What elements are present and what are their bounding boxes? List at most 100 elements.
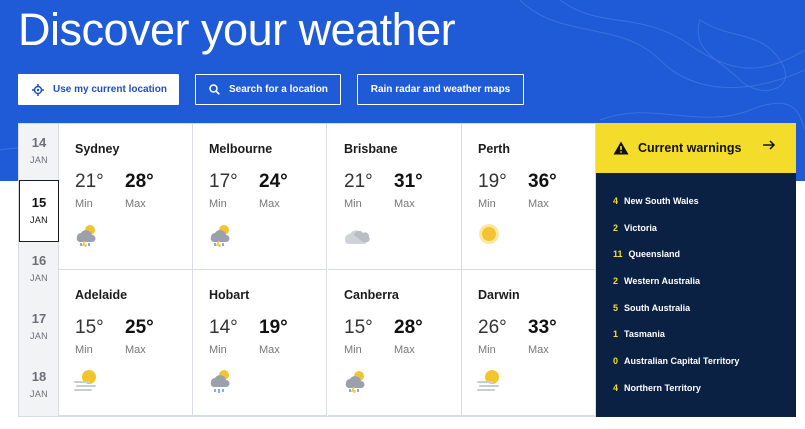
city-name: Adelaide	[75, 288, 128, 302]
min-temp: 15°	[75, 317, 104, 338]
max-label: Max	[259, 344, 280, 356]
date-month: JAN	[30, 331, 48, 341]
date-tab-16[interactable]: 16 JAN	[19, 242, 59, 298]
date-month: JAN	[30, 273, 48, 283]
max-label: Max	[259, 198, 280, 210]
min-label: Min	[478, 198, 496, 210]
date-tab-14[interactable]: 14 JAN	[19, 124, 59, 180]
warning-item-nt[interactable]: 4 Northern Territory	[613, 383, 701, 393]
arrow-right-icon	[762, 138, 776, 157]
max-temp: 25°	[125, 317, 154, 338]
max-label: Max	[394, 344, 415, 356]
warning-count: 1	[613, 329, 619, 339]
max-temp: 36°	[528, 171, 557, 192]
showers-icon	[207, 367, 233, 400]
current-warnings-button[interactable]: Current warnings	[596, 123, 796, 173]
max-label: Max	[125, 198, 146, 210]
date-tab-15[interactable]: 15 JAN	[19, 180, 59, 242]
warning-count: 2	[613, 276, 619, 286]
date-tab-18[interactable]: 18 JAN	[19, 358, 59, 414]
use-current-location-label: Use my current location	[53, 84, 167, 95]
date-month: JAN	[30, 215, 48, 225]
max-temp: 28°	[125, 171, 154, 192]
city-name: Melbourne	[209, 142, 273, 156]
date-day: 15	[31, 195, 47, 210]
min-temp: 21°	[344, 171, 373, 192]
city-card-brisbane[interactable]: Brisbane 21° 31° Min Max	[328, 124, 462, 270]
city-name: Brisbane	[344, 142, 398, 156]
current-warnings-title: Current warnings	[638, 141, 742, 155]
warning-item-qld[interactable]: 11 Queensland	[613, 249, 680, 259]
date-tab-17[interactable]: 17 JAN	[19, 300, 59, 356]
warning-item-wa[interactable]: 2 Western Australia	[613, 276, 700, 286]
min-label: Min	[209, 198, 227, 210]
warnings-panel: Current warnings 4 New South Wales 2 Victo…	[596, 123, 796, 417]
search-icon	[209, 84, 220, 95]
search-location-label: Search for a location	[229, 84, 328, 95]
min-label: Min	[75, 344, 93, 356]
city-card-perth[interactable]: Perth 19° 36° Min Max	[462, 124, 596, 270]
city-name: Darwin	[478, 288, 520, 302]
warning-region: New South Wales	[624, 196, 699, 206]
search-location-button[interactable]: Search for a location	[195, 74, 341, 105]
city-card-darwin[interactable]: Darwin 26° 33° Min Max	[462, 270, 596, 416]
warning-item-nsw[interactable]: 4 New South Wales	[613, 196, 699, 206]
crosshair-icon	[32, 83, 44, 96]
warning-item-tas[interactable]: 1 Tasmania	[613, 329, 665, 339]
warning-count: 5	[613, 303, 619, 313]
sunny-icon	[476, 221, 502, 252]
warning-region: Tasmania	[624, 329, 665, 339]
storm-icon	[342, 367, 368, 398]
use-current-location-button[interactable]: Use my current location	[18, 74, 179, 105]
page-title: Discover your weather	[18, 4, 456, 55]
city-card-sydney[interactable]: Sydney 21° 28° Min Max	[59, 124, 193, 270]
city-name: Canberra	[344, 288, 399, 302]
warning-region: Western Australia	[624, 276, 701, 286]
city-name: Sydney	[75, 142, 120, 156]
max-temp: 28°	[394, 317, 423, 338]
max-label: Max	[528, 198, 549, 210]
max-label: Max	[394, 198, 415, 210]
storm-icon	[73, 221, 99, 252]
cloudy-icon	[342, 221, 372, 252]
max-label: Max	[125, 344, 146, 356]
city-card-adelaide[interactable]: Adelaide 15° 25° Min Max	[59, 270, 193, 416]
min-temp: 26°	[478, 317, 507, 338]
warning-region: South Australia	[624, 303, 691, 313]
min-temp: 17°	[209, 171, 238, 192]
date-day: 17	[31, 311, 47, 326]
warning-count: 11	[613, 249, 623, 259]
city-name: Hobart	[209, 288, 250, 302]
storm-icon	[207, 221, 233, 252]
min-label: Min	[478, 344, 496, 356]
city-card-melbourne[interactable]: Melbourne 17° 24° Min Max	[193, 124, 327, 270]
hazy-sun-icon	[73, 367, 101, 398]
warning-item-act[interactable]: 0 Australian Capital Territory	[613, 356, 739, 366]
warning-count: 2	[613, 223, 619, 233]
rain-radar-label: Rain radar and weather maps	[370, 84, 511, 95]
city-card-hobart[interactable]: Hobart 14° 19° Min Max	[193, 270, 327, 416]
date-day: 18	[31, 369, 47, 384]
city-forecast-grid: Sydney 21° 28° Min Max Melbourne 17° 24°…	[59, 124, 596, 416]
warning-region: Queensland	[628, 249, 681, 259]
warning-region: Northern Territory	[624, 383, 701, 393]
max-label: Max	[528, 344, 549, 356]
warning-item-vic[interactable]: 2 Victoria	[613, 223, 657, 233]
date-selector: 14 JAN 15 JAN 16 JAN 17 JAN 18 JAN	[19, 124, 59, 416]
max-temp: 31°	[394, 171, 423, 192]
warning-item-sa[interactable]: 5 South Australia	[613, 303, 690, 313]
rain-radar-button[interactable]: Rain radar and weather maps	[357, 74, 524, 105]
city-card-canberra[interactable]: Canberra 15° 28° Min Max	[328, 270, 462, 416]
max-temp: 33°	[528, 317, 557, 338]
date-day: 16	[31, 253, 47, 268]
max-temp: 24°	[259, 171, 288, 192]
date-month: JAN	[30, 155, 48, 165]
min-temp: 15°	[344, 317, 373, 338]
warning-count: 4	[613, 196, 619, 206]
min-label: Min	[344, 198, 362, 210]
city-name: Perth	[478, 142, 510, 156]
forecast-panel: 14 JAN 15 JAN 16 JAN 17 JAN 18 JAN Sydne…	[18, 123, 596, 417]
min-label: Min	[344, 344, 362, 356]
min-label: Min	[75, 198, 93, 210]
warning-region: Victoria	[624, 223, 657, 233]
